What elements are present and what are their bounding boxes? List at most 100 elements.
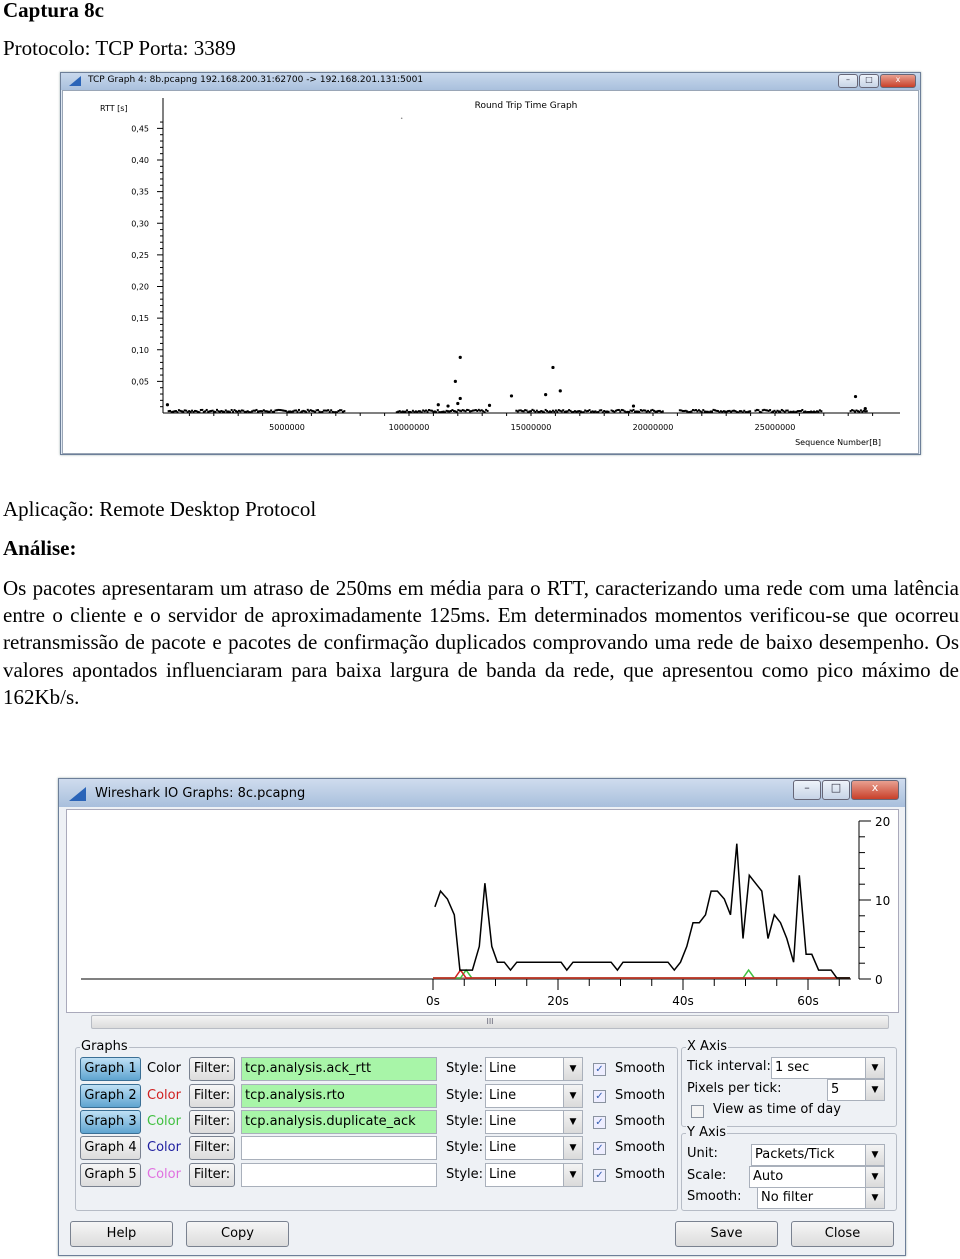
rtt-point bbox=[632, 408, 635, 411]
smooth-filter-select[interactable]: No filter ▼ bbox=[757, 1187, 885, 1209]
rtt-point bbox=[853, 394, 858, 399]
rtt-point bbox=[165, 403, 170, 407]
minimize-button[interactable]: – bbox=[793, 780, 821, 800]
horizontal-scrollbar[interactable]: III bbox=[91, 1015, 889, 1029]
graph-5-filter-input[interactable] bbox=[241, 1163, 437, 1187]
y-tick-label: 0,45 bbox=[131, 124, 149, 133]
style-value: Line bbox=[489, 1140, 517, 1155]
unit-select[interactable]: Packets/Tick ▼ bbox=[751, 1144, 885, 1166]
help-button[interactable]: Help bbox=[70, 1221, 173, 1247]
x-tick-label: 5000000 bbox=[269, 423, 305, 432]
rtt-point bbox=[757, 409, 760, 412]
rtt-plot-area: Round Trip Time Graph RTT [s] Sequence N… bbox=[62, 90, 919, 454]
time-of-day-label: View as time of day bbox=[713, 1102, 841, 1117]
graph-3-toggle-button[interactable]: Graph 3 bbox=[80, 1110, 141, 1134]
minimize-button[interactable]: – bbox=[838, 74, 858, 88]
smooth-label: Smooth bbox=[615, 1088, 666, 1103]
rtt-point bbox=[820, 410, 823, 413]
graph-2-color-label[interactable]: Color bbox=[147, 1088, 181, 1103]
document-page: Captura 8c Protocolo: TCP Porta: 3389 TC… bbox=[0, 0, 960, 1259]
close-button[interactable]: Close bbox=[791, 1221, 894, 1247]
rtt-point bbox=[760, 411, 763, 414]
graph-1-style-select[interactable]: Line ▼ bbox=[485, 1057, 583, 1081]
graph-1-filter-button[interactable]: Filter: bbox=[189, 1057, 235, 1081]
pixels-per-tick-select[interactable]: 5 ▼ bbox=[827, 1079, 885, 1101]
graph-3-style-select[interactable]: Line ▼ bbox=[485, 1110, 583, 1134]
close-window-button[interactable]: x bbox=[880, 74, 916, 88]
scale-select[interactable]: Auto ▼ bbox=[749, 1166, 885, 1188]
rtt-point bbox=[487, 403, 492, 408]
save-button[interactable]: Save bbox=[675, 1221, 778, 1247]
graph-2-filter-input[interactable]: tcp.analysis.rto bbox=[241, 1084, 437, 1108]
y-tick-label: 10 bbox=[875, 894, 890, 908]
graph-5-toggle-button[interactable]: Graph 5 bbox=[80, 1163, 141, 1187]
smooth-label: Smooth bbox=[615, 1140, 666, 1155]
graph-1-filter-input[interactable]: tcp.analysis.ack_rtt bbox=[241, 1057, 437, 1081]
graph-4-toggle-button[interactable]: Graph 4 bbox=[80, 1136, 141, 1160]
graph-3-filter-input[interactable]: tcp.analysis.duplicate_ack bbox=[241, 1110, 437, 1134]
rtt-point bbox=[446, 404, 450, 408]
graph-3-filter-button[interactable]: Filter: bbox=[189, 1110, 235, 1134]
rtt-point bbox=[455, 411, 458, 414]
copy-button[interactable]: Copy bbox=[186, 1221, 289, 1247]
graph-4-color-label[interactable]: Color bbox=[147, 1140, 181, 1155]
graph-4-style-select[interactable]: Line ▼ bbox=[485, 1136, 583, 1160]
rtt-point bbox=[801, 408, 804, 411]
scale-label: Scale: bbox=[687, 1168, 727, 1183]
graph-2-toggle-button[interactable]: Graph 2 bbox=[80, 1084, 141, 1108]
graph-4-filter-button[interactable]: Filter: bbox=[189, 1136, 235, 1160]
rtt-point bbox=[700, 411, 703, 414]
help-label: Help bbox=[106, 1226, 137, 1241]
graph-3-color-label[interactable]: Color bbox=[147, 1114, 181, 1129]
maximize-button[interactable]: □ bbox=[822, 780, 850, 800]
io-graphs-window: Wireshark IO Graphs: 8c.pcapng – □ x 0s 2… bbox=[58, 778, 906, 1256]
rtt-point bbox=[458, 355, 462, 359]
y-tick-label: 0,40 bbox=[131, 156, 149, 165]
rtt-point bbox=[230, 409, 233, 412]
rtt-point bbox=[400, 117, 403, 120]
close-window-button[interactable]: x bbox=[851, 780, 899, 800]
analysis-label: Análise: bbox=[3, 536, 77, 560]
maximize-button[interactable]: □ bbox=[859, 74, 879, 88]
graph-5-smooth-checkbox[interactable]: ✓ bbox=[593, 1169, 606, 1182]
rtt-point bbox=[214, 410, 217, 413]
graph-3-series-line bbox=[433, 968, 850, 979]
time-of-day-checkbox[interactable] bbox=[691, 1105, 704, 1118]
smooth-filter-value: No filter bbox=[761, 1190, 814, 1205]
rtt-point bbox=[749, 410, 752, 413]
unit-label: Unit: bbox=[687, 1146, 718, 1161]
graph-1-toggle-button[interactable]: Graph 1 bbox=[80, 1057, 141, 1081]
x-tick-label: 0s bbox=[426, 994, 440, 1008]
graph-4-filter-input[interactable] bbox=[241, 1136, 437, 1160]
graph-5-style-select[interactable]: Line ▼ bbox=[485, 1163, 583, 1187]
y-tick-label: 0,05 bbox=[131, 377, 149, 386]
io-line-chart: 0s 20s 40s 60s 0 10 20 bbox=[81, 815, 890, 1008]
graph-2-filter-button[interactable]: Filter: bbox=[189, 1084, 235, 1108]
x-tick-label: 25000000 bbox=[755, 423, 796, 432]
analysis-paragraph: Os pacotes apresentaram um atraso de 250… bbox=[3, 576, 959, 709]
scrollbar-grip[interactable]: III bbox=[486, 1017, 493, 1026]
graph-1-color-label[interactable]: Color bbox=[147, 1061, 181, 1076]
graph-4-smooth-checkbox[interactable]: ✓ bbox=[593, 1142, 606, 1155]
graph-5-filter-button[interactable]: Filter: bbox=[189, 1163, 235, 1187]
rtt-point bbox=[588, 409, 591, 412]
graph-2-style-select[interactable]: Line ▼ bbox=[485, 1084, 583, 1108]
rtt-point bbox=[769, 409, 772, 412]
rtt-point bbox=[544, 393, 548, 397]
rtt-point bbox=[458, 396, 462, 401]
graph-2-smooth-checkbox[interactable]: ✓ bbox=[593, 1090, 606, 1103]
graph-5-color-label[interactable]: Color bbox=[147, 1167, 181, 1182]
rtt-point bbox=[863, 406, 867, 411]
dropdown-arrow-icon: ▼ bbox=[563, 1164, 582, 1186]
graph-1-smooth-checkbox[interactable]: ✓ bbox=[593, 1063, 606, 1076]
shark-fin-icon bbox=[69, 76, 81, 86]
y-tick-label: 20 bbox=[875, 815, 890, 829]
y-axis-legend: Y Axis bbox=[686, 1125, 728, 1140]
rtt-point bbox=[343, 410, 346, 413]
rtt-point bbox=[420, 411, 423, 414]
rtt-window-title: TCP Graph 4: 8b.pcapng 192.168.200.31:62… bbox=[88, 75, 424, 85]
x-axis-label: Sequence Number[B] bbox=[795, 438, 881, 447]
graph-3-smooth-checkbox[interactable]: ✓ bbox=[593, 1116, 606, 1129]
tick-interval-select[interactable]: 1 sec ▼ bbox=[771, 1057, 885, 1079]
rtt-window-titlebar: TCP Graph 4: 8b.pcapng 192.168.200.31:62… bbox=[61, 73, 920, 90]
